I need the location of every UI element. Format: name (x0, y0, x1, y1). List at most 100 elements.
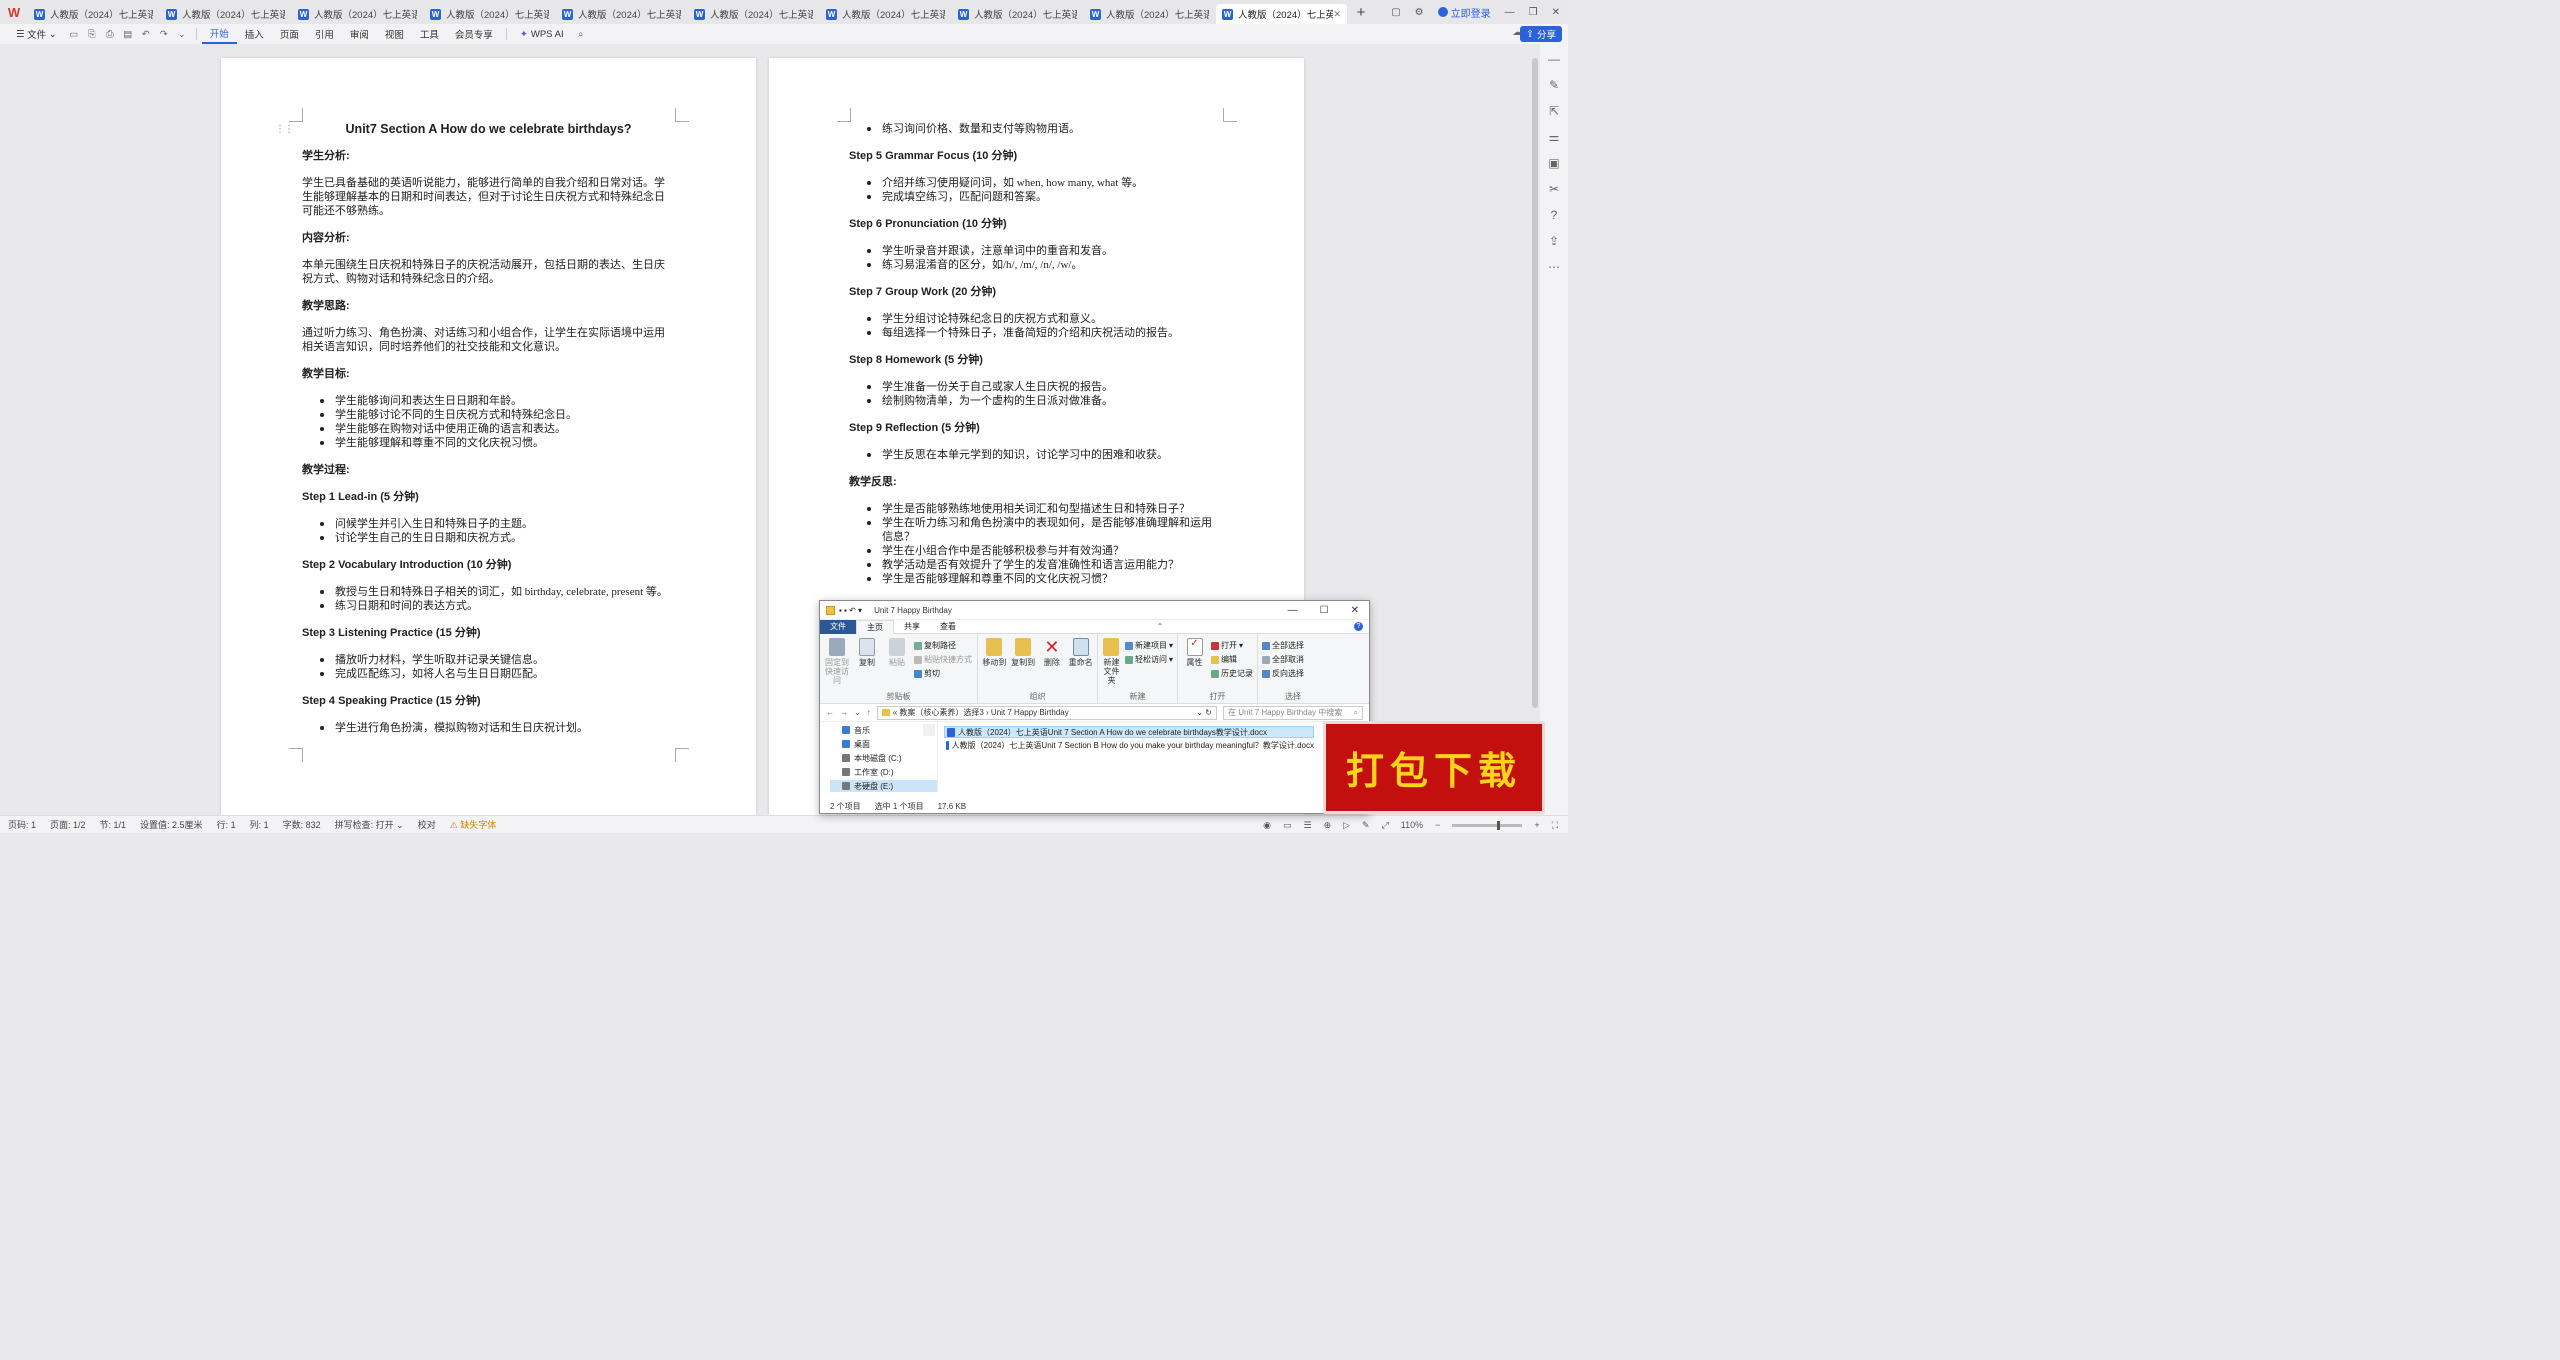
status-words[interactable]: 字数: 832 (283, 818, 321, 831)
explorer-titlebar[interactable]: ▪ ▪ ↶ ▾ Unit 7 Happy Birthday — ☐ ✕ (820, 601, 1369, 620)
copy-path-button[interactable]: 复制路径 (914, 640, 972, 651)
menu-item[interactable]: 会员专享 (447, 24, 501, 44)
explorer-close-icon[interactable]: ✕ (1351, 605, 1359, 616)
menu-item[interactable]: 插入 (237, 24, 272, 44)
file-row[interactable]: 人教版（2024）七上英语Unit 7 Section A How do we … (944, 726, 1314, 738)
search-icon[interactable]: ⌕ (572, 29, 590, 40)
drag-handle-icon[interactable]: ⋮⋮ (275, 124, 294, 135)
document-tab[interactable]: W人教版（2024）七上英语Unit 4 (820, 4, 951, 24)
menu-file[interactable]: ☰ 文件 ⌄ (8, 24, 65, 44)
menu-item[interactable]: 工具 (412, 24, 447, 44)
tools-icon[interactable]: ✂ (1549, 182, 1559, 196)
up-icon[interactable]: ↑ (867, 708, 871, 717)
status-proofread[interactable]: 校对 (418, 818, 436, 831)
save-icon[interactable]: ▭ (65, 29, 83, 40)
page-view-icon[interactable]: ▭ (1283, 820, 1292, 831)
help-icon[interactable]: ? (1551, 208, 1558, 222)
pen-icon[interactable]: ✎ (1549, 78, 1559, 92)
adjust-icon[interactable]: ⚌ (1549, 130, 1560, 144)
menu-item[interactable]: 引用 (307, 24, 342, 44)
more-icon[interactable]: ⌄ (173, 29, 191, 40)
forward-icon[interactable]: → (840, 708, 848, 717)
zoom-in-icon[interactable]: + (1534, 820, 1539, 830)
search-box[interactable]: 在 Unit 7 Happy Birthday 中搜索 ⌕ (1223, 705, 1363, 720)
wps-ai-button[interactable]: ✦ WPS AI (512, 24, 572, 44)
document-tab[interactable]: W人教版（2024）七上英语Unit 3 (688, 4, 819, 24)
status-pages[interactable]: 页面: 1/2 (50, 818, 86, 831)
status-spellcheck[interactable]: 拼写检查: 打开 ⌄ (335, 818, 404, 831)
minimize-icon[interactable]: — (1505, 7, 1515, 18)
more-icon[interactable]: ⋯ (1548, 260, 1560, 274)
zoom-out-icon[interactable]: − (1435, 820, 1440, 830)
window-mode-icon[interactable]: ▢ (1391, 7, 1400, 18)
open-button[interactable]: 打开 ▾ (1211, 640, 1253, 651)
paste-shortcut-button[interactable]: 粘贴快捷方式 (914, 654, 972, 665)
address-bar[interactable]: « 教案（核心素养）选择3 › Unit 7 Happy Birthday ⌄ … (876, 705, 1217, 720)
tab-close-icon[interactable]: ✕ (1333, 9, 1341, 20)
fit-icon[interactable]: ⤢ (1382, 820, 1389, 831)
document-tab[interactable]: W人教版（2024）七上英语Unit 6 (1084, 4, 1215, 24)
tab-file[interactable]: 文件 (820, 619, 856, 634)
back-icon[interactable]: ← (826, 708, 834, 717)
wps-logo-icon[interactable]: W (0, 0, 28, 24)
settings-icon[interactable]: ⚙ (1415, 7, 1424, 18)
nav-item-desktop[interactable]: 桌面 (830, 738, 937, 750)
write-icon[interactable]: ✎ (1362, 820, 1370, 831)
tab-share[interactable]: 共享 (894, 620, 930, 634)
new-item-button[interactable]: 新建项目 ▾ (1124, 640, 1173, 651)
document-tab[interactable]: W人教版（2024）七上英语Unit 2 (556, 4, 687, 24)
collapse-icon[interactable]: — (1548, 52, 1560, 66)
document-tab[interactable]: W人教版（2024）七上英语Starter (292, 4, 423, 24)
quick-access-toolbar[interactable]: ▪ ▪ ↶ ▾ (839, 606, 862, 615)
invert-selection-button[interactable]: 反向选择 (1262, 668, 1304, 679)
menu-item[interactable]: 视图 (377, 24, 412, 44)
document-tab[interactable]: W人教版（2024）七上英语Starter (160, 4, 291, 24)
collapse-ribbon-icon[interactable]: ⌃ (1157, 622, 1164, 631)
nav-item-drive-c[interactable]: 本地磁盘 (C:) (830, 752, 937, 764)
select-all-button[interactable]: 全部选择 (1262, 640, 1304, 651)
explorer-minimize-icon[interactable]: — (1288, 605, 1298, 616)
document-tab[interactable]: W人教版（2024）七上英语Unit 1 (424, 4, 555, 24)
eye-protect-icon[interactable]: ◉ (1263, 820, 1271, 831)
web-view-icon[interactable]: ⊕ (1324, 820, 1332, 831)
nav-item-drive-d[interactable]: 工作室 (D:) (830, 766, 937, 778)
new-tab-button[interactable]: + (1348, 4, 1374, 21)
fullscreen-icon[interactable]: ⛶ (1552, 820, 1558, 831)
play-icon[interactable]: ▷ (1343, 820, 1350, 831)
zoom-slider[interactable] (1452, 820, 1523, 830)
vertical-scrollbar[interactable] (1532, 58, 1538, 708)
cut-button[interactable]: 剪切 (914, 668, 972, 679)
missing-font-warning[interactable]: ⚠ 缺失字体 (450, 818, 497, 831)
print-preview-icon[interactable]: ▤ (119, 29, 137, 40)
zoom-level[interactable]: 110% (1401, 820, 1423, 830)
history-button[interactable]: 历史记录 (1211, 668, 1253, 679)
menu-item[interactable]: 审阅 (342, 24, 377, 44)
login-button[interactable]: 立即登录 (1437, 5, 1491, 20)
help-icon[interactable]: ? (1353, 622, 1363, 631)
document-page-1[interactable]: ⋮⋮ Unit7 Section A How do we celebrate b… (221, 58, 756, 815)
undo-icon[interactable]: ↶ (137, 29, 155, 40)
menu-item[interactable]: 开始 (201, 24, 237, 44)
document-tab[interactable]: W人教版（2024）七上英语✕ (1216, 4, 1347, 24)
file-row[interactable]: 人教版（2024）七上英语Unit 7 Section B How do you… (944, 739, 1314, 751)
print-icon[interactable]: ⎙ (101, 29, 119, 40)
share-button[interactable]: ⇪ 分享 (1520, 26, 1562, 42)
outline-view-icon[interactable]: ☰ (1304, 820, 1312, 831)
address-dropdown-icon[interactable]: ⌄ ↻ (1196, 708, 1216, 717)
select-icon[interactable]: ⇱ (1549, 104, 1559, 118)
tab-view[interactable]: 查看 (930, 620, 966, 634)
image-icon[interactable]: ▣ (1548, 156, 1559, 170)
tab-home[interactable]: 主页 (856, 619, 894, 634)
export-icon[interactable]: ⎘ (83, 29, 101, 40)
explorer-maximize-icon[interactable]: ☐ (1320, 605, 1329, 616)
nav-scrollbar[interactable] (923, 724, 935, 736)
document-tab[interactable]: W人教版（2024）七上英语Starter (28, 4, 159, 24)
redo-icon[interactable]: ↷ (155, 29, 173, 40)
edit-button[interactable]: 编辑 (1211, 654, 1253, 665)
document-tab[interactable]: W人教版（2024）七上英语Unit 5 (952, 4, 1083, 24)
menu-item[interactable]: 页面 (272, 24, 307, 44)
restore-icon[interactable]: ❐ (1529, 7, 1538, 18)
share-side-icon[interactable]: ⇪ (1549, 234, 1559, 248)
nav-item-music[interactable]: 音乐 (830, 724, 937, 736)
close-icon[interactable]: ✕ (1552, 7, 1560, 18)
